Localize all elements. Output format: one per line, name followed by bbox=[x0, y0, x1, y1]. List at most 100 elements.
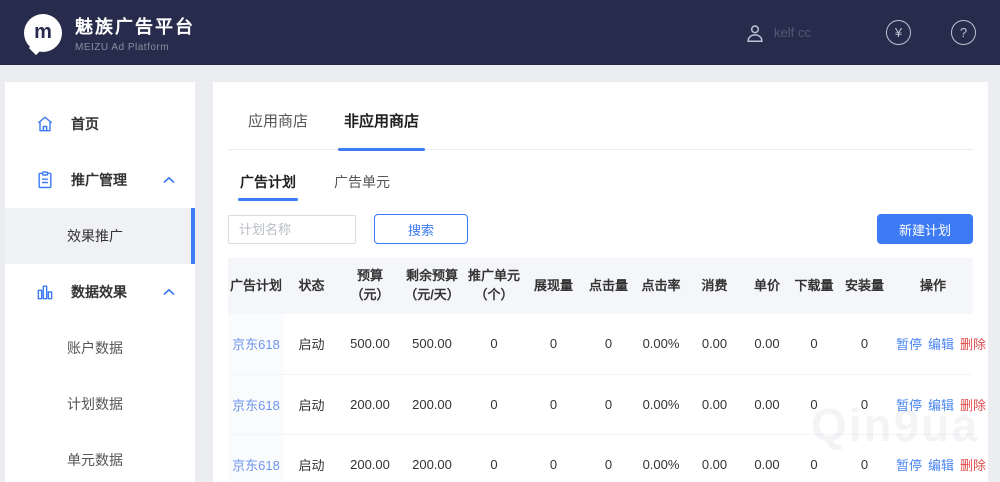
sidebar-item-label: 账户数据 bbox=[67, 338, 123, 358]
status-cell: 启动 bbox=[284, 434, 339, 482]
sidebar-item-label: 单元数据 bbox=[67, 450, 123, 470]
downloads-cell: 0 bbox=[792, 434, 836, 482]
installs-cell: 0 bbox=[836, 374, 893, 434]
sidebar: 首页 推广管理 效果推广 数据效果 bbox=[5, 82, 195, 482]
question-icon: ? bbox=[960, 25, 967, 40]
col-actions: 操作 bbox=[893, 258, 973, 314]
chevron-up-icon bbox=[163, 288, 175, 296]
help-button[interactable]: ? bbox=[951, 20, 976, 45]
sidebar-item-account-data[interactable]: 账户数据 bbox=[5, 320, 195, 376]
edit-link[interactable]: 编辑 bbox=[928, 398, 954, 413]
pause-link[interactable]: 暂停 bbox=[896, 337, 922, 352]
status-cell: 启动 bbox=[284, 374, 339, 434]
col-cost: 消费 bbox=[687, 258, 742, 314]
installs-cell: 0 bbox=[836, 434, 893, 482]
delete-link[interactable]: 删除 bbox=[960, 337, 986, 352]
plan-name-link[interactable]: 京东618 bbox=[228, 374, 284, 434]
home-icon bbox=[35, 114, 55, 134]
col-ctr: 点击率 bbox=[635, 258, 687, 314]
col-price: 单价 bbox=[742, 258, 792, 314]
col-clicks: 点击量 bbox=[582, 258, 635, 314]
pause-link[interactable]: 暂停 bbox=[896, 458, 922, 473]
clicks-cell: 0 bbox=[582, 374, 635, 434]
main-content-card: 应用商店 非应用商店 广告计划 广告单元 搜索 新建计划 广告计划 状态 预算（… bbox=[213, 82, 988, 482]
budget-cell: 500.00 bbox=[339, 314, 401, 374]
col-downloads: 下载量 bbox=[792, 258, 836, 314]
yen-icon: ¥ bbox=[895, 25, 902, 40]
col-installs: 安装量 bbox=[836, 258, 893, 314]
user-account-button[interactable]: kelf cc bbox=[744, 22, 840, 44]
budget-cell: 200.00 bbox=[339, 374, 401, 434]
budget-cell: 200.00 bbox=[339, 434, 401, 482]
toolbar: 搜索 新建计划 bbox=[228, 214, 973, 244]
col-remaining-budget: 剩余预算（元/天） bbox=[401, 258, 463, 314]
table-row: 京东618 启动 200.00 200.00 0 0 0 0.00% 0.00 … bbox=[228, 434, 973, 482]
impressions-cell: 0 bbox=[525, 314, 582, 374]
units-cell: 0 bbox=[463, 314, 525, 374]
edit-link[interactable]: 编辑 bbox=[928, 337, 954, 352]
table-row: 京东618 启动 200.00 200.00 0 0 0 0.00% 0.00 … bbox=[228, 374, 973, 434]
sidebar-item-plan-data[interactable]: 计划数据 bbox=[5, 376, 195, 432]
balance-yen-button[interactable]: ¥ bbox=[886, 20, 911, 45]
col-ad-plan: 广告计划 bbox=[228, 258, 284, 314]
ctr-cell: 0.00% bbox=[635, 374, 687, 434]
clipboard-icon bbox=[35, 170, 55, 190]
cost-cell: 0.00 bbox=[687, 434, 742, 482]
remaining-cell: 200.00 bbox=[401, 374, 463, 434]
remaining-cell: 500.00 bbox=[401, 314, 463, 374]
price-cell: 0.00 bbox=[742, 374, 792, 434]
downloads-cell: 0 bbox=[792, 374, 836, 434]
subtab-ad-unit[interactable]: 广告单元 bbox=[334, 172, 390, 201]
plan-name-link[interactable]: 京东618 bbox=[228, 314, 284, 374]
downloads-cell: 0 bbox=[792, 314, 836, 374]
actions-cell: 暂停编辑删除 bbox=[893, 434, 973, 482]
subtab-ad-plan[interactable]: 广告计划 bbox=[240, 172, 296, 201]
price-cell: 0.00 bbox=[742, 434, 792, 482]
sidebar-item-unit-data[interactable]: 单元数据 bbox=[5, 432, 195, 482]
ctr-cell: 0.00% bbox=[635, 434, 687, 482]
plan-name-link[interactable]: 京东618 bbox=[228, 434, 284, 482]
search-button[interactable]: 搜索 bbox=[374, 214, 468, 244]
cost-cell: 0.00 bbox=[687, 314, 742, 374]
table-header-row: 广告计划 状态 预算（元） 剩余预算（元/天） 推广单元（个） 展现量 点击量 … bbox=[228, 258, 973, 314]
store-tabs: 应用商店 非应用商店 bbox=[228, 82, 973, 150]
col-impressions: 展现量 bbox=[525, 258, 582, 314]
tab-app-store[interactable]: 应用商店 bbox=[248, 110, 308, 149]
sidebar-item-label: 推广管理 bbox=[71, 170, 127, 190]
price-cell: 0.00 bbox=[742, 314, 792, 374]
cost-cell: 0.00 bbox=[687, 374, 742, 434]
meizu-logo: m bbox=[24, 14, 62, 52]
ctr-cell: 0.00% bbox=[635, 314, 687, 374]
brand-text: 魅族广告平台 MEIZU Ad Platform bbox=[75, 13, 195, 53]
impressions-cell: 0 bbox=[525, 374, 582, 434]
platform-subtitle: MEIZU Ad Platform bbox=[75, 42, 195, 53]
units-cell: 0 bbox=[463, 434, 525, 482]
pause-link[interactable]: 暂停 bbox=[896, 398, 922, 413]
bar-chart-icon bbox=[35, 282, 55, 302]
sidebar-item-label: 效果推广 bbox=[67, 226, 123, 246]
sidebar-item-data-effects[interactable]: 数据效果 bbox=[5, 264, 195, 320]
plan-name-input[interactable] bbox=[228, 215, 356, 244]
create-plan-button[interactable]: 新建计划 bbox=[877, 214, 973, 244]
sidebar-item-effect-promotion[interactable]: 效果推广 bbox=[5, 208, 195, 264]
col-budget: 预算（元） bbox=[339, 258, 401, 314]
installs-cell: 0 bbox=[836, 314, 893, 374]
sidebar-item-promotion-management[interactable]: 推广管理 bbox=[5, 152, 195, 208]
table-row: 京东618 启动 500.00 500.00 0 0 0 0.00% 0.00 … bbox=[228, 314, 973, 374]
tab-non-app-store[interactable]: 非应用商店 bbox=[344, 110, 419, 149]
topbar-actions: kelf cc ¥ ? bbox=[744, 20, 976, 45]
sidebar-item-label: 数据效果 bbox=[71, 282, 127, 302]
user-icon bbox=[744, 22, 766, 44]
col-promo-units: 推广单元（个） bbox=[463, 258, 525, 314]
clicks-cell: 0 bbox=[582, 434, 635, 482]
sidebar-item-home[interactable]: 首页 bbox=[5, 96, 195, 152]
meizu-logo-letter: m bbox=[24, 14, 62, 52]
impressions-cell: 0 bbox=[525, 434, 582, 482]
edit-link[interactable]: 编辑 bbox=[928, 458, 954, 473]
table-header: 广告计划 状态 预算（元） 剩余预算（元/天） 推广单元（个） 展现量 点击量 … bbox=[228, 258, 973, 314]
actions-cell: 暂停编辑删除 bbox=[893, 374, 973, 434]
remaining-cell: 200.00 bbox=[401, 434, 463, 482]
platform-title: 魅族广告平台 bbox=[75, 13, 195, 39]
delete-link[interactable]: 删除 bbox=[960, 458, 986, 473]
delete-link[interactable]: 删除 bbox=[960, 398, 986, 413]
